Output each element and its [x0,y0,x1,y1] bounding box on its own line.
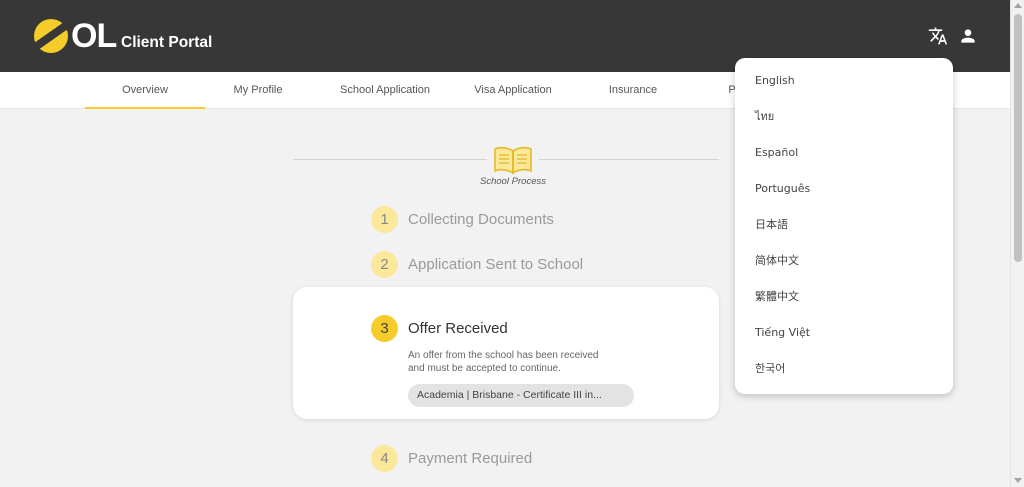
sol-logo[interactable]: OL [33,17,117,55]
language-option-vietnamese[interactable]: Tiếng Việt [735,315,953,351]
step-label: Payment Required [408,449,533,467]
scroll-thumb[interactable] [1014,14,1022,262]
step-number: 1 [371,205,398,233]
step-4[interactable]: 4 Payment Required [371,444,532,472]
tab-school-application[interactable]: School Application [325,72,445,109]
logo-text: OL [71,17,117,55]
tab-overview[interactable]: Overview [85,72,205,109]
language-menu: English ไทย Español Português 日本語 简体中文 繁… [735,58,953,394]
step-description: An offer from the school has been receiv… [408,349,638,375]
divider-left [293,159,487,160]
step-number: 4 [371,444,398,472]
language-option-portuguese[interactable]: Português [735,171,953,207]
language-option-japanese[interactable]: 日本語 [735,207,953,243]
vertical-scrollbar[interactable] [1010,0,1024,487]
tab-visa-application[interactable]: Visa Application [460,72,566,109]
step-2[interactable]: 2 Application Sent to School [371,250,583,278]
language-option-thai[interactable]: ไทย [735,99,953,135]
language-option-korean[interactable]: 한국어 [735,351,953,387]
account-icon[interactable] [958,26,978,46]
language-option-english[interactable]: English [735,63,953,99]
step-number: 3 [371,314,398,342]
tab-insurance[interactable]: Insurance [585,72,681,109]
description-line: An offer from the school has been receiv… [408,350,599,361]
scroll-down-arrow-icon[interactable] [1014,478,1022,483]
open-book-icon [494,146,532,175]
sol-logo-mark [33,19,71,53]
scroll-up-arrow-icon[interactable] [1014,3,1022,8]
language-option-spanish[interactable]: Español [735,135,953,171]
step-number: 2 [371,250,398,278]
description-line: and must be accepted to continue. [408,363,561,374]
divider-right [539,159,719,160]
step-label: Offer Received [408,319,508,337]
language-option-traditional-chinese[interactable]: 繁體中文 [735,279,953,315]
translate-icon[interactable] [928,26,948,46]
tab-my-profile[interactable]: My Profile [205,72,311,109]
process-label: School Process [479,176,546,187]
step-label: Application Sent to School [408,255,584,273]
portal-title: Client Portal [121,34,213,51]
step-1[interactable]: 1 Collecting Documents [371,205,554,233]
language-option-simplified-chinese[interactable]: 简体中文 [735,243,953,279]
step-3[interactable]: 3 Offer Received [371,314,508,342]
step-label: Collecting Documents [408,210,554,228]
school-offer-chip[interactable]: Academia | Brisbane - Certificate III in… [408,384,634,407]
